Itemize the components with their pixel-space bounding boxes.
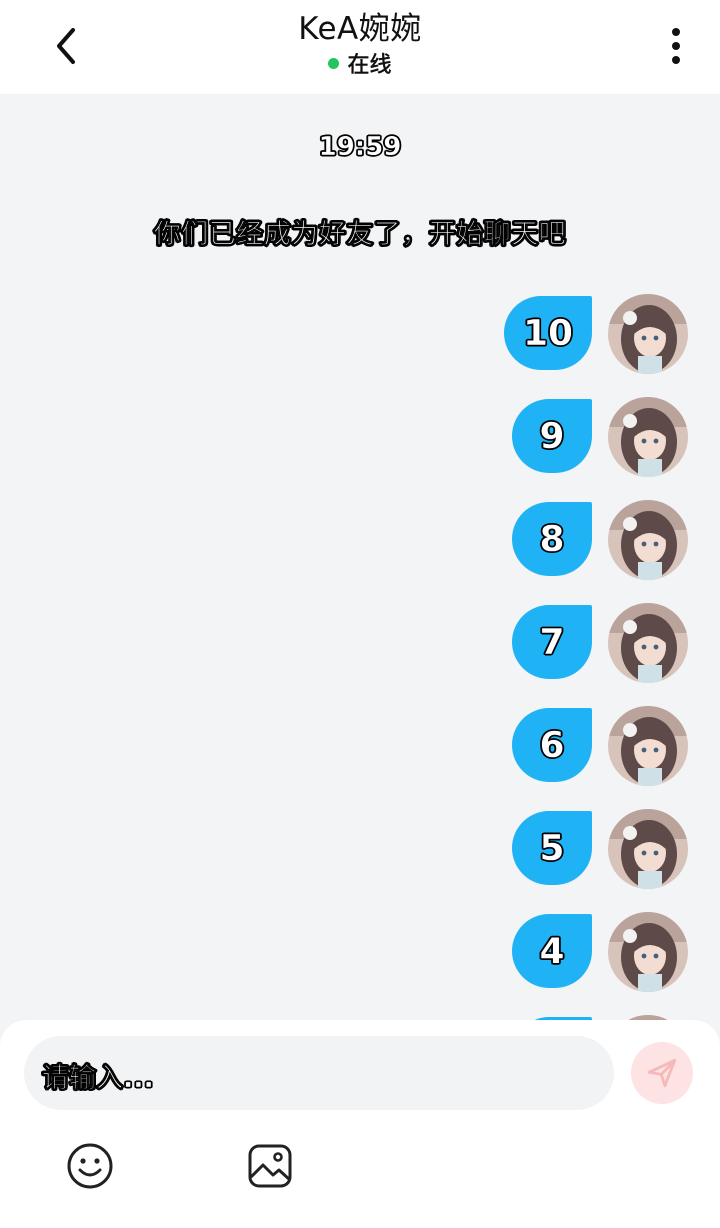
sender-avatar[interactable] [608,912,688,992]
message-text: 9 [539,415,565,457]
message-text: 6 [539,724,565,766]
message-row: 6 [0,706,720,786]
sender-avatar[interactable] [608,603,688,683]
message-bubble[interactable]: 5 [512,811,592,885]
message-input[interactable] [24,1036,614,1110]
chat-header: KeA婉婉 在线 [0,0,720,94]
back-button[interactable] [44,22,88,70]
message-text: 8 [539,518,565,560]
chat-area[interactable]: 19:59 你们已经成为好友了，开始聊天吧 10 9 8 7 6 5 4 [0,94,720,1020]
sender-avatar[interactable] [608,809,688,889]
image-icon [248,1144,292,1188]
message-text: 5 [539,827,565,869]
message-timestamp: 19:59 [318,132,402,162]
message-row: 4 [0,912,720,992]
online-status-label: 在线 [347,53,392,79]
sender-avatar[interactable] [608,294,688,374]
more-vertical-icon [672,28,680,64]
contact-name: KeA婉婉 [298,11,422,47]
message-bubble[interactable]: 6 [512,708,592,782]
message-bubble[interactable]: 9 [512,399,592,473]
message-row: 10 [0,294,720,374]
online-status: 在线 [160,48,560,78]
online-dot [328,57,340,69]
message-text: 4 [539,930,565,972]
message-bubble[interactable]: 8 [512,502,592,576]
message-bubble[interactable]: 4 [512,914,592,988]
send-button[interactable] [631,1042,693,1104]
emoji-icon [67,1143,113,1189]
message-row: 8 [0,500,720,580]
message-text: 10 [522,312,574,354]
message-row: 5 [0,809,720,889]
chevron-left-icon [57,28,75,64]
composer-bar: 请输入... [0,1020,720,1228]
sender-avatar[interactable] [608,706,688,786]
message-bubble[interactable]: 7 [512,605,592,679]
message-row: 7 [0,603,720,683]
message-bubble[interactable]: 10 [504,296,592,370]
message-row: 9 [0,397,720,477]
send-icon [647,1058,677,1088]
message-text: 7 [539,621,565,663]
friend-added-notice: 你们已经成为好友了，开始聊天吧 [153,219,567,250]
more-options-button[interactable] [656,22,696,70]
header-title-block: KeA婉婉 在线 [160,8,560,78]
sender-avatar[interactable] [608,397,688,477]
sender-avatar[interactable] [608,500,688,580]
image-button[interactable] [246,1142,294,1190]
emoji-button[interactable] [66,1142,114,1190]
